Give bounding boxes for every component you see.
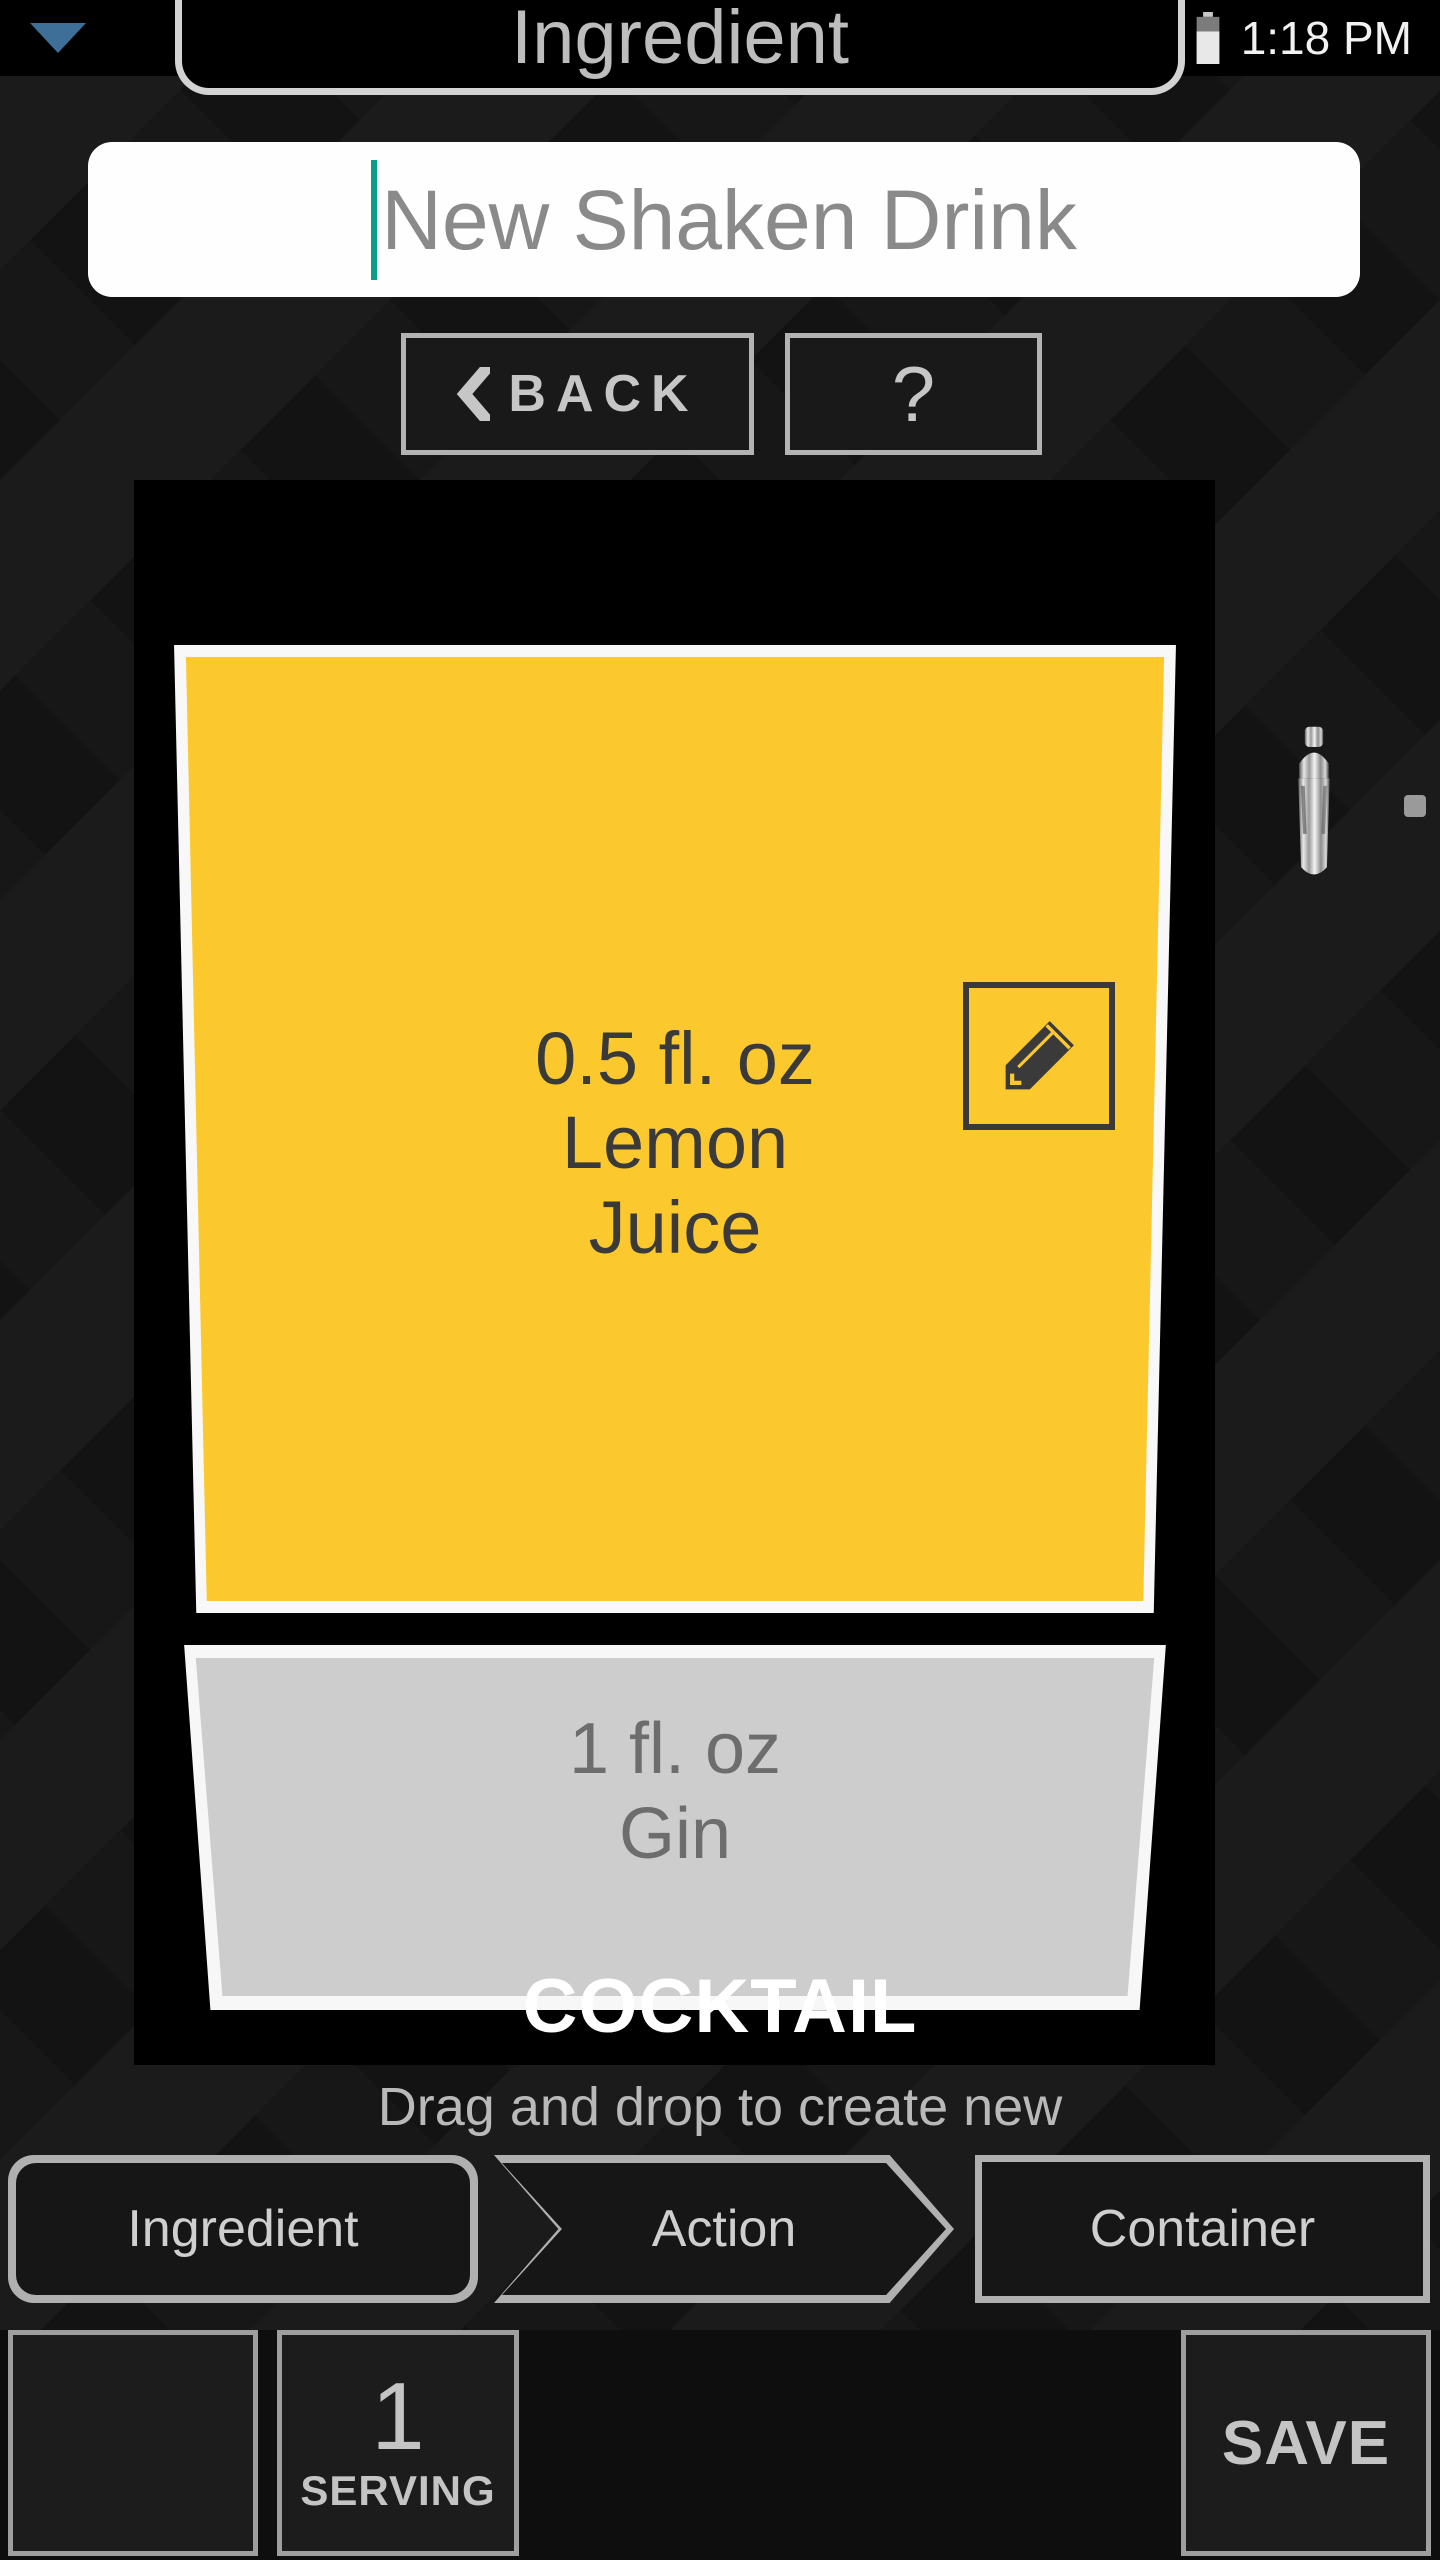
menu-button-inner [13, 2335, 253, 2551]
save-button-inner: SAVE [1186, 2335, 1426, 2551]
palette-item-action-inner: Action [502, 2163, 946, 2295]
scroll-indicator-dot [1404, 795, 1426, 817]
servings-count: 1 [371, 2363, 425, 2471]
download-triangle-icon [30, 23, 86, 53]
back-button-label: BACK [508, 365, 699, 423]
battery-icon [1196, 12, 1220, 64]
palette-item-action[interactable]: Action [494, 2155, 954, 2303]
palette-item-container-inner: Container [982, 2162, 1423, 2296]
ingredient-block-gin[interactable]: 1 fl. oz Gin [184, 1645, 1166, 2010]
help-button-label: ? [891, 349, 936, 438]
drink-title-text: New Shaken Drink [381, 172, 1077, 267]
drink-title-input[interactable]: New Shaken Drink [88, 142, 1360, 297]
text-caret [371, 159, 378, 280]
back-button[interactable]: BACK [401, 333, 754, 455]
ingredient-name-line1: Gin [618, 1793, 732, 1874]
bottom-bar: 1 SERVING SAVE [0, 2330, 1440, 2560]
palette-item-ingredient[interactable]: Ingredient [8, 2155, 478, 2303]
servings-label: SERVING [300, 2466, 496, 2514]
palette-item-ingredient-label: Ingredient [127, 2200, 359, 2258]
status-bar-clock: 1:18 PM [1240, 12, 1412, 64]
ingredient-name-line2: Juice [588, 1185, 762, 1269]
ingredient-card-header[interactable]: Ingredient [175, 0, 1185, 95]
palette-item-container-label: Container [1089, 2200, 1316, 2258]
ingredient-card-header-label: Ingredient [510, 0, 850, 80]
edit-ingredient-button[interactable] [963, 982, 1115, 1130]
component-palette: Ingredient Action Container [0, 2155, 1440, 2305]
drag-drop-hint: Drag and drop to create new [377, 2077, 1063, 2137]
servings-button[interactable]: 1 SERVING [277, 2330, 519, 2556]
pencil-edit-icon [1005, 1021, 1074, 1090]
palette-item-action-label: Action [651, 2200, 797, 2258]
help-button[interactable]: ? [785, 333, 1042, 455]
chevron-left-icon [457, 367, 491, 421]
status-bar-left [0, 23, 86, 53]
palette-item-container[interactable]: Container [975, 2155, 1430, 2303]
app-root: 4G LTE 68% 1:18 PM New Shaken Drink [0, 0, 1440, 2560]
menu-button[interactable] [8, 2330, 258, 2556]
save-button-label: SAVE [1221, 2408, 1391, 2478]
save-button[interactable]: SAVE [1181, 2330, 1431, 2556]
ingredient-block-text: 1 fl. oz Gin [184, 1707, 1166, 1877]
palette-item-ingredient-inner: Ingredient [16, 2163, 470, 2295]
servings-button-inner: 1 SERVING [282, 2335, 514, 2551]
cocktail-shaker-icon [1298, 726, 1330, 875]
container-name-label: COCKTAIL [522, 1964, 918, 2049]
ingredient-amount: 1 fl. oz [568, 1709, 782, 1789]
